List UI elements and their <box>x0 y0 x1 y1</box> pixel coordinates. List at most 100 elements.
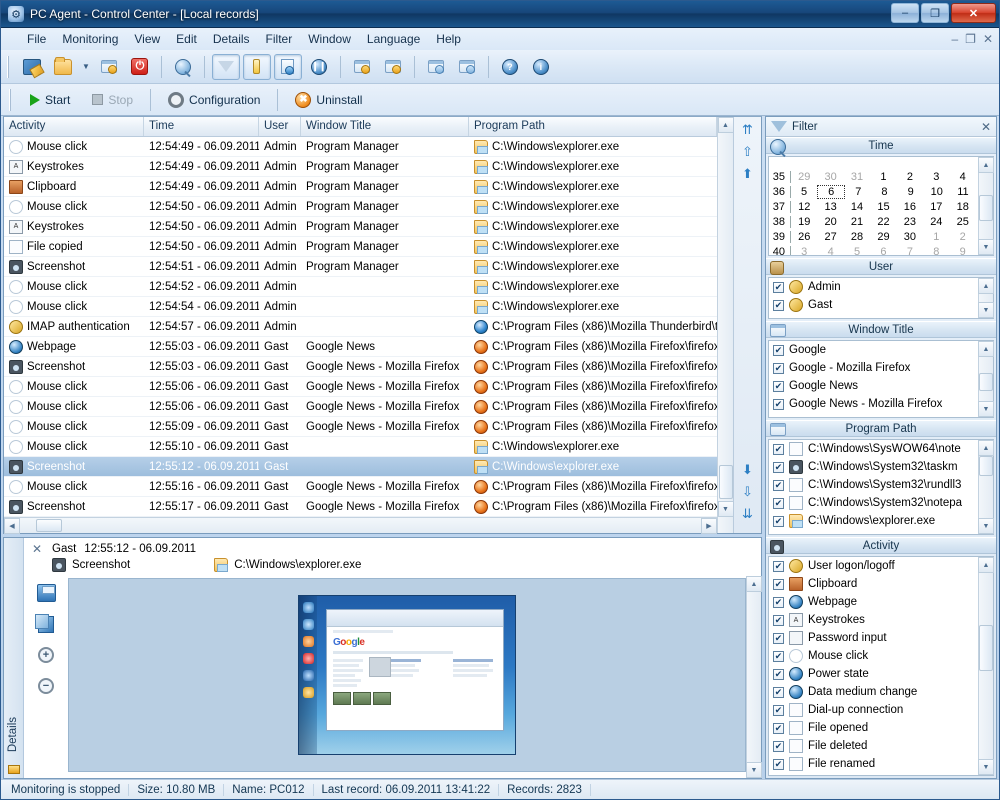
scroll-right-button[interactable]: ▶ <box>701 517 717 534</box>
scroll-down-button[interactable]: ▼ <box>717 501 734 517</box>
program-path-filter-item[interactable]: ✔ C:\Windows\System32\rundll3 <box>769 476 978 494</box>
wt-scroll-up-button[interactable]: ▲ <box>978 341 994 357</box>
calendar-week-row[interactable]: 35 29 30 31 1 2 3 4 <box>771 169 976 184</box>
user-filter-list[interactable]: ✔ Admin ✔ Gast ▲ ▼ <box>768 277 994 319</box>
filter-section-user[interactable]: User <box>766 258 996 275</box>
calendar-day[interactable]: 23 <box>897 216 923 228</box>
details-close-icon[interactable]: ✕ <box>30 542 44 556</box>
activity-scrollbar[interactable]: ▲ ▼ <box>978 557 994 775</box>
page-up-button[interactable]: ⇧ <box>739 143 757 161</box>
calendar-day[interactable]: 20 <box>817 216 843 228</box>
table-row[interactable]: Clipboard 12:54:49 - 06.09.2011 Admin Progr… <box>4 177 717 197</box>
act-scroll-down-button[interactable]: ▼ <box>978 759 994 775</box>
filter-section-window-title[interactable]: Window Title <box>766 321 996 338</box>
program-path-scrollbar[interactable]: ▲ ▼ <box>978 440 994 534</box>
hscroll-thumb[interactable] <box>36 519 62 532</box>
pause-icon[interactable]: ❙❙ <box>305 54 333 80</box>
report-document-icon[interactable] <box>273 53 302 80</box>
act-scroll-up-button[interactable]: ▲ <box>978 557 994 573</box>
table-row[interactable]: Mouse click 12:55:06 - 06.09.2011 Gast Goog… <box>4 377 717 397</box>
calendar-week-row[interactable]: 37 12 13 14 15 16 17 18 <box>771 199 976 214</box>
menu-item-help[interactable]: Help <box>428 30 469 48</box>
table-row[interactable]: Screenshot 12:55:12 - 06.09.2011 Gast C:\Wi… <box>4 457 717 477</box>
user-scroll-up-button[interactable]: ▲ <box>978 278 994 294</box>
menu-item-edit[interactable]: Edit <box>168 30 205 48</box>
table-row[interactable]: Screenshot 12:55:03 - 06.09.2011 Gast Googl… <box>4 357 717 377</box>
stop-button[interactable]: Stop <box>83 88 142 112</box>
calendar-week-row[interactable]: 36 5 6 7 8 9 10 11 <box>771 184 976 199</box>
checkbox[interactable]: ✔ <box>773 686 784 698</box>
copy-icon[interactable] <box>34 613 58 635</box>
activity-filter-item[interactable]: ✔ Data medium change <box>769 683 978 701</box>
calendar-filter[interactable]: 35 29 30 31 1 2 3 4 36 5 6 7 8 9 10 11 37 12 13 14 15 16 17 18 3… <box>768 156 994 256</box>
calendar-scrollbar[interactable]: ▲ ▼ <box>978 157 994 255</box>
activity-filter-item[interactable]: ✔ File renamed <box>769 755 978 773</box>
power-off-icon[interactable]: ⏻ <box>126 54 154 80</box>
table-row[interactable]: Mouse click 12:54:50 - 06.09.2011 Admin Pro… <box>4 197 717 217</box>
table-row[interactable]: IMAP authentication 12:54:57 - 06.09.2011… <box>4 317 717 337</box>
checkbox[interactable]: ✔ <box>773 650 784 662</box>
calendar-day[interactable]: 3 <box>791 246 817 256</box>
calendar-day[interactable]: 25 <box>950 216 976 228</box>
calendar-scroll-down-button[interactable]: ▼ <box>978 239 994 255</box>
calendar-day[interactable]: 19 <box>791 216 817 228</box>
calendar-day[interactable]: 15 <box>870 201 896 213</box>
calendar-day[interactable]: 18 <box>950 201 976 213</box>
scroll-left-button[interactable]: ◀ <box>4 517 20 534</box>
close-button[interactable]: ✕ <box>951 3 996 23</box>
grid-vertical-scrollbar[interactable]: ▲ ▼ <box>717 117 734 533</box>
window-title-filter-item[interactable]: ✔ Google News <box>769 377 978 395</box>
user-scrollbar[interactable]: ▲ ▼ <box>978 278 994 318</box>
vscroll-thumb[interactable] <box>718 465 733 499</box>
column-header-time[interactable]: Time <box>144 117 259 136</box>
calendar-day[interactable]: 26 <box>791 231 817 243</box>
calendar-day[interactable]: 2 <box>897 171 923 183</box>
window-title-scrollbar[interactable]: ▲ ▼ <box>978 341 994 417</box>
activity-filter-item[interactable]: ✔ User logon/logoff <box>769 557 978 575</box>
table-row[interactable]: Mouse click 12:55:16 - 06.09.2011 Gast Goog… <box>4 477 717 497</box>
activity-filter-item[interactable]: ✔ Mouse click <box>769 647 978 665</box>
checkbox[interactable]: ✔ <box>773 758 784 770</box>
activity-filter-item[interactable]: ✔ Power state <box>769 665 978 683</box>
page-down-button[interactable]: ⇩ <box>739 483 757 501</box>
calendar-day[interactable]: 16 <box>897 201 923 213</box>
checkbox[interactable]: ✔ <box>773 479 784 491</box>
checkbox[interactable]: ✔ <box>773 704 784 716</box>
window-title-filter-list[interactable]: ✔ Google ✔ Google - Mozilla Firefox ✔ Google … <box>768 340 994 418</box>
calendar-day[interactable]: 14 <box>844 201 870 213</box>
filter-section-time[interactable]: Time <box>766 137 996 155</box>
maximize-button[interactable]: ❐ <box>921 3 949 23</box>
calendar-week-row[interactable]: 40 3 4 5 6 7 8 9 <box>771 244 976 255</box>
horizontal-scrollbar[interactable]: ◀ ▶ <box>4 517 717 534</box>
checkbox[interactable]: ✔ <box>773 596 784 608</box>
calendar-day[interactable]: 8 <box>871 186 897 198</box>
calendar-day[interactable]: 12 <box>791 201 817 213</box>
column-header-activity[interactable]: Activity <box>4 117 144 136</box>
calendar-day[interactable]: 30 <box>817 171 843 183</box>
calendar-day[interactable]: 4 <box>950 171 976 183</box>
checkbox[interactable]: ✔ <box>773 362 784 374</box>
calendar-day[interactable]: 1 <box>870 171 896 183</box>
checkbox[interactable]: ✔ <box>773 461 784 473</box>
table-row[interactable]: Mouse click 12:55:09 - 06.09.2011 Gast Goog… <box>4 417 717 437</box>
search-icon[interactable] <box>169 54 197 80</box>
filter-section-program-path[interactable]: Program Path <box>766 420 996 437</box>
menu-item-filter[interactable]: Filter <box>258 30 301 48</box>
calendar-day[interactable]: 6 <box>870 246 896 256</box>
save-icon[interactable] <box>34 582 58 604</box>
calendar-week-row[interactable]: 39 26 27 28 29 30 1 2 <box>771 229 976 244</box>
screenshot-viewer[interactable]: Google <box>68 578 746 772</box>
window-title-filter-item[interactable]: ✔ Google News - Mozilla Firefox <box>769 395 978 413</box>
calendar-day[interactable]: 5 <box>844 246 870 256</box>
minimize-button[interactable]: – <box>891 3 919 23</box>
table-row[interactable]: A Keystrokes 12:54:49 - 06.09.2011 Admin Pro… <box>4 157 717 177</box>
activity-filter-item[interactable]: ✔ Clipboard <box>769 575 978 593</box>
user-filter-item[interactable]: ✔ Gast <box>769 296 978 314</box>
zoom-out-icon[interactable]: − <box>34 675 58 697</box>
act-scroll-thumb[interactable] <box>979 625 993 671</box>
mdi-close-button[interactable]: ✕ <box>983 32 993 46</box>
program-path-filter-item[interactable]: ✔ C:\Windows\SysWOW64\note <box>769 440 978 458</box>
calendar-day[interactable]: 22 <box>870 216 896 228</box>
checkbox[interactable]: ✔ <box>773 740 784 752</box>
pp-scroll-up-button[interactable]: ▲ <box>978 440 994 456</box>
